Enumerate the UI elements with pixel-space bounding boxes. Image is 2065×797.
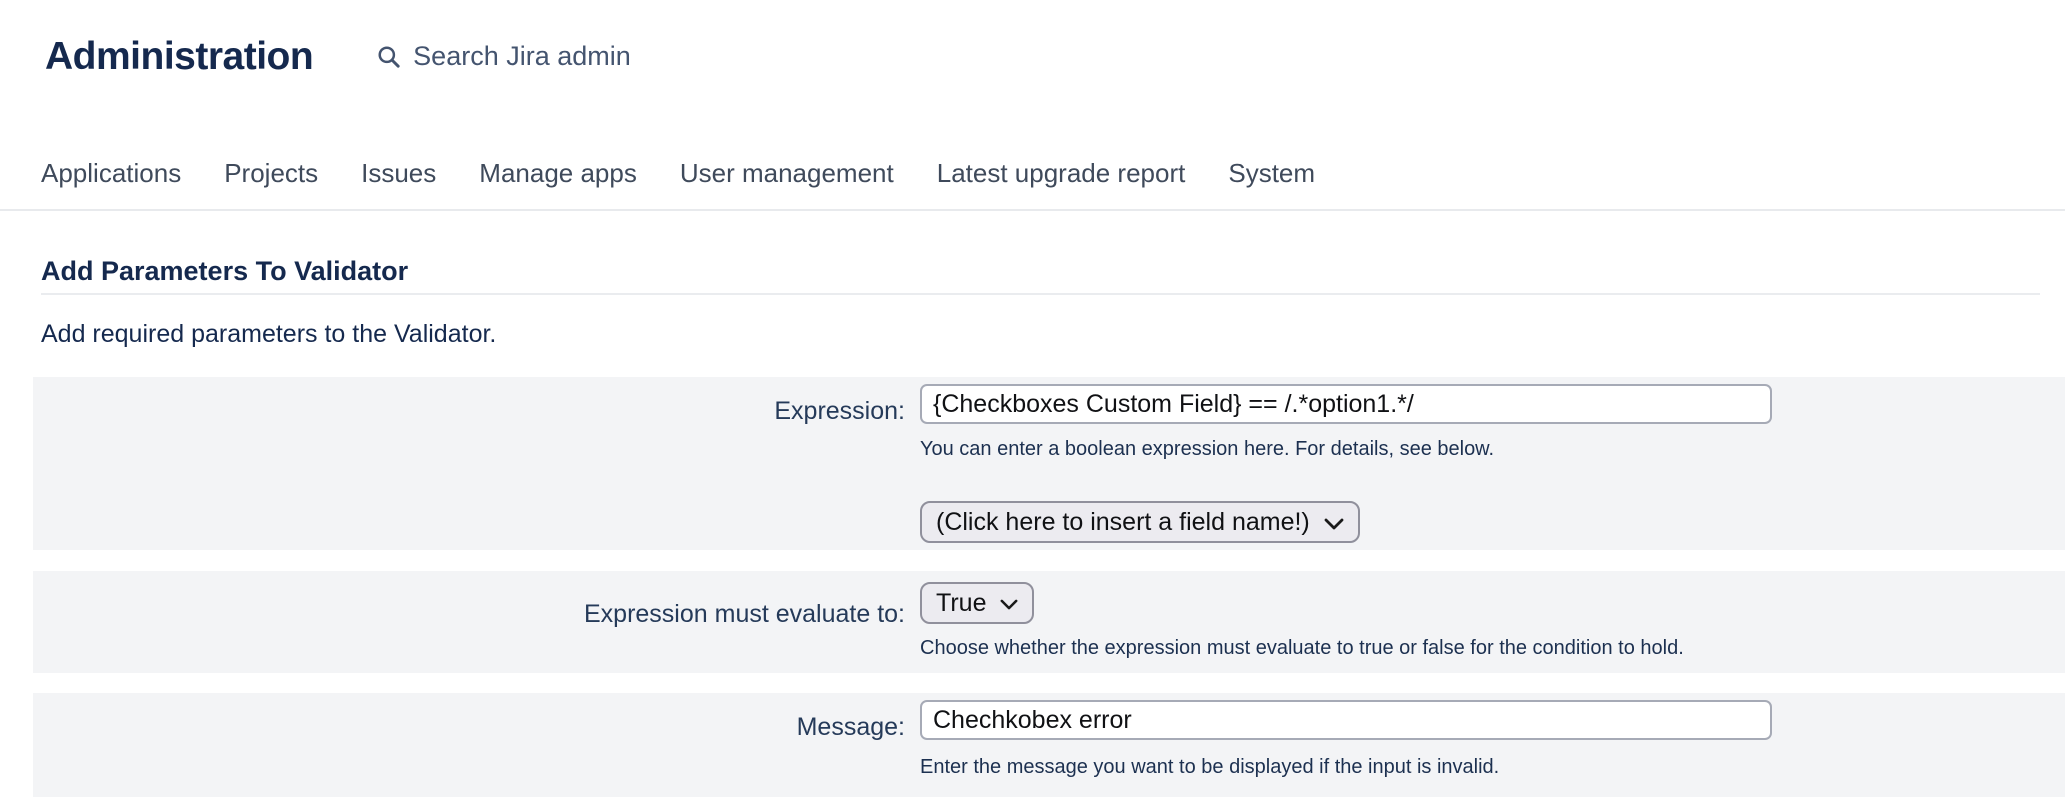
evaluate-help-text: Choose whether the expression must evalu… bbox=[920, 636, 2065, 660]
chevron-down-icon bbox=[1000, 599, 1018, 610]
message-label: Message: bbox=[33, 700, 905, 779]
evaluate-label: Expression must evaluate to: bbox=[33, 582, 905, 660]
admin-nav: Applications Projects Issues Manage apps… bbox=[0, 157, 2065, 211]
search-icon bbox=[375, 43, 402, 70]
nav-item-applications[interactable]: Applications bbox=[41, 157, 181, 189]
message-help-text: Enter the message you want to be display… bbox=[920, 755, 2065, 779]
nav-item-latest-upgrade-report[interactable]: Latest upgrade report bbox=[937, 157, 1186, 189]
validator-form: Expression: You can enter a boolean expr… bbox=[0, 377, 2065, 797]
nav-item-user-management[interactable]: User management bbox=[680, 157, 894, 189]
admin-header: Administration Search Jira admin bbox=[0, 0, 2065, 81]
jira-admin-page: Administration Search Jira admin Applica… bbox=[0, 0, 2065, 797]
form-row-message: Message: Enter the message you want to b… bbox=[33, 693, 2065, 797]
chevron-down-icon bbox=[1324, 518, 1344, 530]
main-content: Add Parameters To Validator Add required… bbox=[0, 255, 2065, 797]
evaluate-to-select-value: True bbox=[936, 589, 986, 618]
page-description: Add required parameters to the Validator… bbox=[41, 319, 2065, 349]
expression-help-text: You can enter a boolean expression here.… bbox=[920, 437, 2065, 461]
page-title: Add Parameters To Validator bbox=[41, 255, 2040, 295]
message-input[interactable] bbox=[920, 700, 1772, 740]
admin-title: Administration bbox=[45, 32, 313, 81]
jira-admin-search[interactable]: Search Jira admin bbox=[375, 41, 631, 72]
nav-item-projects[interactable]: Projects bbox=[224, 157, 318, 189]
search-placeholder: Search Jira admin bbox=[413, 41, 631, 72]
expression-label: Expression: bbox=[33, 384, 905, 543]
nav-item-system[interactable]: System bbox=[1228, 157, 1315, 189]
form-row-expression: Expression: You can enter a boolean expr… bbox=[33, 377, 2065, 550]
evaluate-to-select[interactable]: True bbox=[920, 582, 1034, 624]
form-row-evaluate: Expression must evaluate to: True Choose… bbox=[33, 571, 2065, 673]
field-name-select[interactable]: (Click here to insert a field name!) bbox=[920, 501, 1360, 543]
nav-item-issues[interactable]: Issues bbox=[361, 157, 436, 189]
expression-input[interactable] bbox=[920, 384, 1772, 424]
nav-item-manage-apps[interactable]: Manage apps bbox=[479, 157, 637, 189]
field-name-select-value: (Click here to insert a field name!) bbox=[936, 508, 1310, 537]
